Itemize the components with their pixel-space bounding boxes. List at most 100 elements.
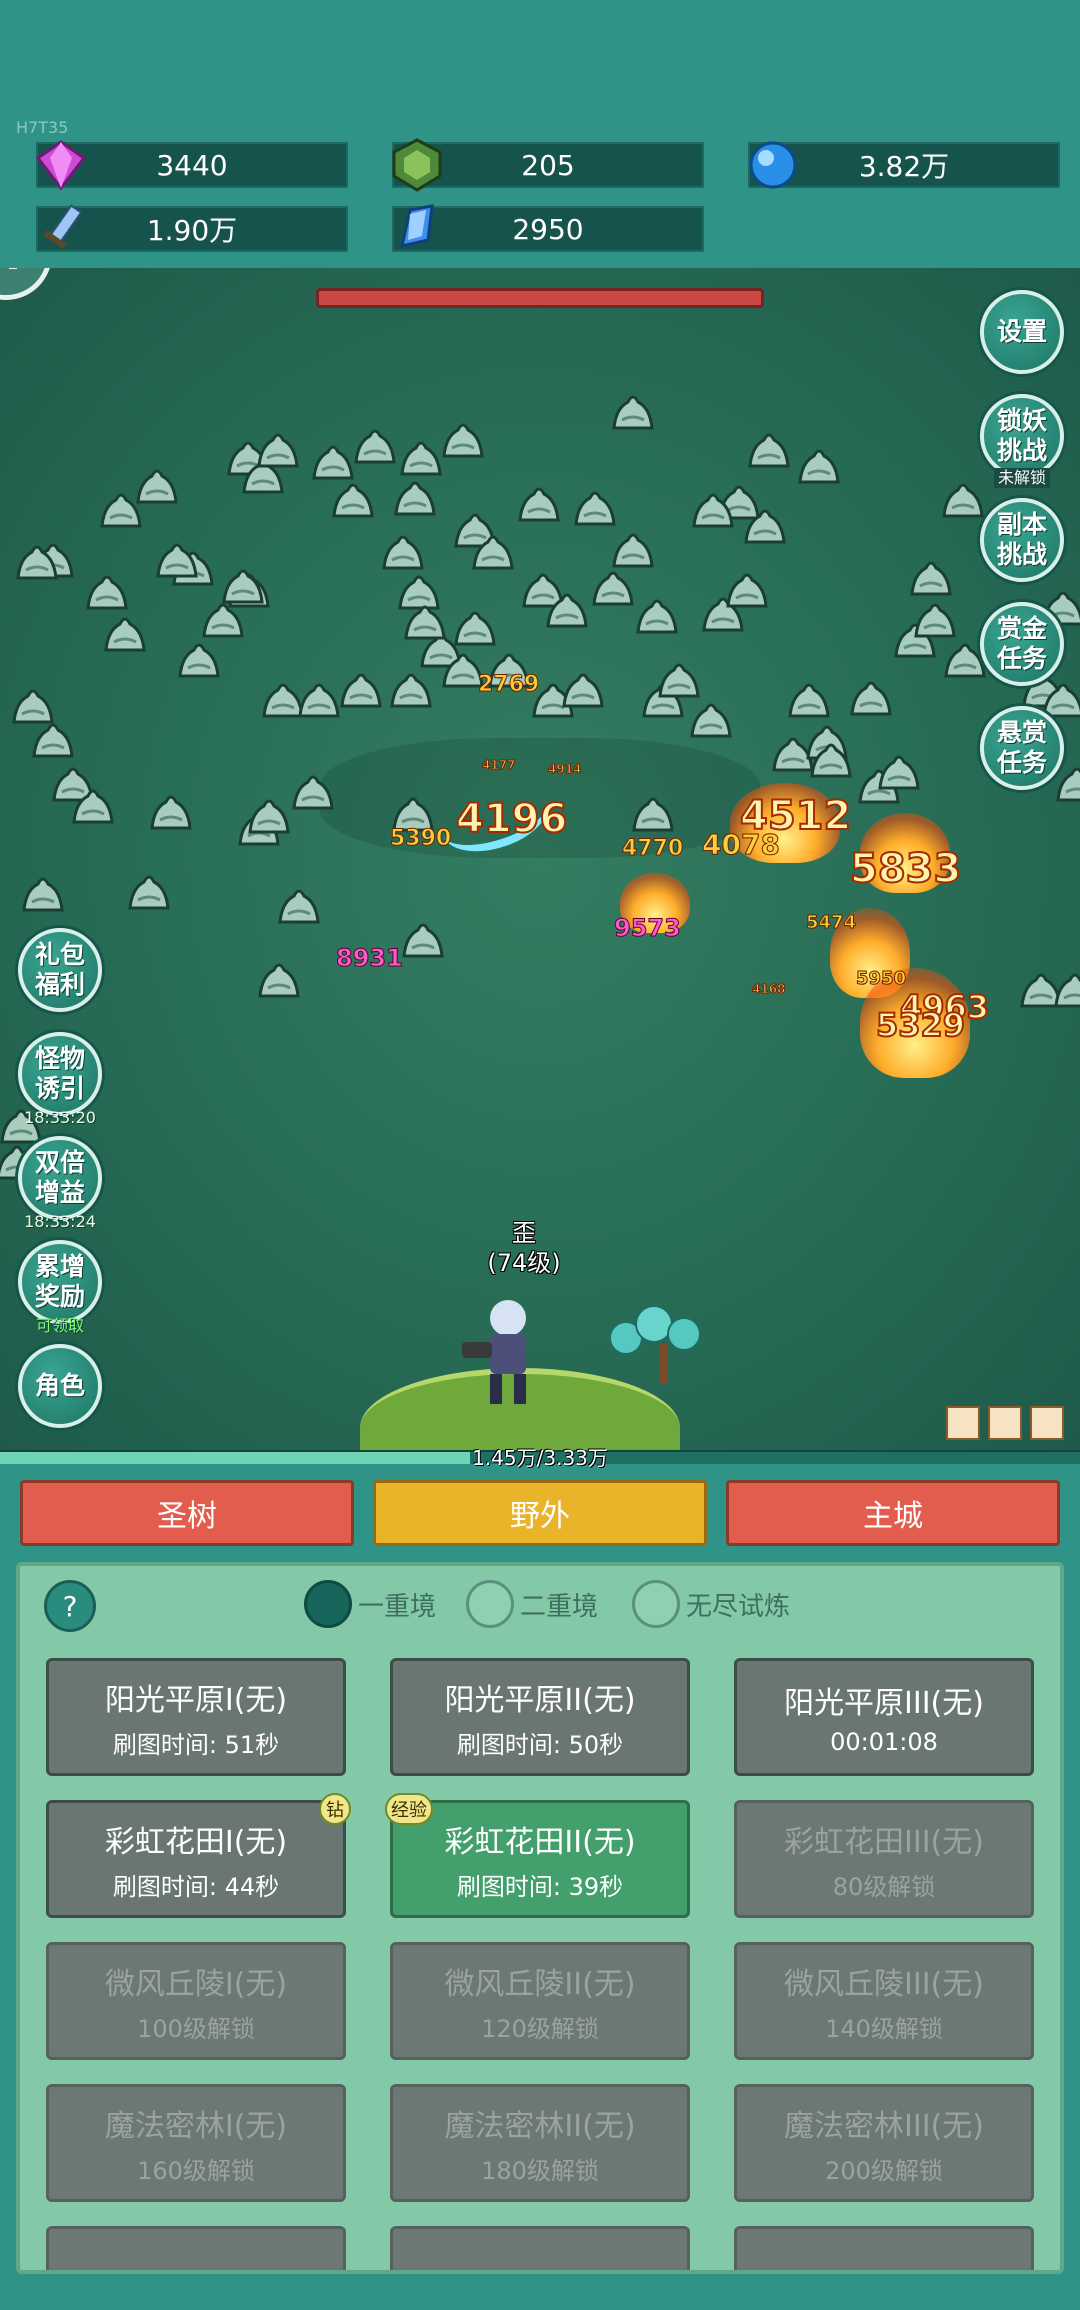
blue-crystal-icon [388,200,446,258]
pause-icon [9,268,17,269]
map-stage-card[interactable]: 彩虹花田III(无) 80级解锁 [734,1800,1034,1918]
slime-monster [688,698,734,738]
map-stage-card[interactable]: 魔法密林I(无) 160级解锁 [46,2084,346,2202]
map-stage-card[interactable]: 魔法密林III(无) 200级解锁 [734,2084,1034,2202]
double-label: 双倍 增益 [34,1148,85,1207]
bounty-label: 赏金 任务 [996,614,1047,673]
map-stage-card[interactable]: 阳光平原II(无) 刷图时间: 50秒 [390,1658,690,1776]
map-stage-card[interactable]: 微风丘陵I(无) 100级解锁 [46,1942,346,2060]
radio-empty-icon [632,1580,680,1628]
map-stage-card[interactable]: 彩虹花田I(无) 刷图时间: 44秒 钻 [46,1793,351,1918]
map-stage-title: 魔法密林II(无) [444,2108,636,2144]
reward-task-button[interactable]: 悬赏 任务 [980,706,1064,790]
claimable-tag: 可领取 [35,1316,85,1335]
slime-monster [154,538,200,578]
map-stage-card[interactable]: 阳光平原I(无) 刷图时间: 51秒 [46,1658,346,1776]
tier-label: 二重境 [520,1591,599,1622]
resource-green-gem: 205 [392,138,704,192]
slime-monster [330,478,376,518]
resource-value: 3.82万 [858,150,950,183]
map-stage-info: 80级解锁 [832,1872,936,1901]
help-button[interactable]: ? [44,1580,96,1632]
bounty-task-button[interactable]: 赏金 任务 [980,602,1064,686]
slime-monster [402,600,448,640]
map-stage-title: 微风丘陵III(无) [784,1966,984,2002]
pause-button[interactable] [0,268,52,300]
map-stage-title: 彩虹花田I(无) [104,1824,288,1860]
slime-monster [380,530,426,570]
map-stage-card[interactable]: 微风丘陵II(无) 120级解锁 [390,1942,690,2060]
slime-monster [14,540,60,580]
damage-number: 9573 [614,914,682,943]
settings-button[interactable]: 设置 [980,290,1064,374]
map-stage-info: 刷图时间: 39秒 [456,1872,624,1901]
map-stage-info: 180级解锁 [481,2156,599,2185]
slime-monster [440,418,486,458]
slime-monster [560,668,606,708]
battle-field: 2769 4196 4512 5833 4770 4078 5390 9573 … [0,268,1080,1450]
buff-icon[interactable] [1030,1406,1064,1440]
buff-icon[interactable] [988,1406,1022,1440]
damage-number: 5950 [855,968,907,990]
map-stage-card[interactable]: 魔法密林II(无) 180级解锁 [390,2084,690,2202]
map-stage-card[interactable]: 幽谷秘境II(无) [390,2226,690,2270]
slime-monster [572,486,618,526]
resource-value: 1.90万 [146,214,238,247]
slime-monster [630,792,676,832]
dungeon-challenge-button[interactable]: 副本 挑战 [980,498,1064,582]
map-stage-info: 刷图时间: 51秒 [112,1730,280,1759]
radio-empty-icon [466,1580,514,1628]
monster-lure-button[interactable]: 怪物 诱引 18:33:20 [18,1032,102,1127]
map-stage-info: 200级解锁 [825,2156,943,2185]
demon-lock-label: 锁妖 挑战 [996,406,1047,465]
map-stage-title: 幽谷秘境I(无) [105,2263,287,2270]
slime-monster [544,588,590,628]
damage-number: 4914 [547,762,582,777]
bubble-tree [606,1304,716,1384]
gift-welfare-button[interactable]: 礼包 福利 [18,928,102,1012]
slime-monster [516,482,562,522]
build-tag: H7T35 [16,118,69,137]
resource-blue-orb: 3.82万 [748,141,1060,189]
slime-monster [392,476,438,516]
slime-monster [246,794,292,834]
slime-monster [470,530,516,570]
map-stage-info: 120级解锁 [481,2014,599,2043]
tab-main-city[interactable]: 主城 [726,1480,1060,1546]
tab-wilderness[interactable]: 野外 [373,1480,707,1546]
cumulative-reward-button[interactable]: 累增 奖励 可领取 [18,1240,102,1335]
dungeon-label: 副本 挑战 [996,510,1047,569]
character-button[interactable]: 角色 [18,1344,102,1428]
slime-monster [746,428,792,468]
slime-monster [590,566,636,606]
map-stage-card[interactable]: 幽谷秘境I(无) [46,2226,346,2270]
sword-icon [32,200,90,258]
slime-monster [352,424,398,464]
tier-option-1[interactable]: 一重境 [304,1580,436,1628]
demon-lock-challenge-button[interactable]: 锁妖 挑战 未解锁 [980,394,1064,488]
experience-text: 1.45万/3.33万 [472,1446,608,1470]
tier-label: 一重境 [358,1591,437,1622]
slime-monster [102,612,148,652]
slime-monster [724,568,770,608]
double-buff-button[interactable]: 双倍 增益 18:33:24 [18,1136,102,1231]
slime-monster [656,658,702,698]
slime-monster [1040,678,1080,718]
tier-option-2[interactable]: 二重境 [466,1580,598,1628]
tab-sacred-tree[interactable]: 圣树 [20,1480,354,1546]
map-stage-card[interactable]: 幽谷秘境III(无) [734,2226,1034,2270]
damage-number: 5329 [875,1005,966,1045]
buff-icon[interactable] [946,1406,980,1440]
map-stage-card[interactable]: 彩虹花田II(无) 刷图时间: 39秒 经验 [385,1793,690,1918]
damage-number: 8931 [336,944,404,973]
slime-monster [940,478,986,518]
slime-monster [1052,968,1080,1008]
map-stage-card[interactable]: 阳光平原III(无) 00:01:08 [734,1658,1034,1776]
gift-label: 礼包 福利 [34,940,85,999]
slime-monster [848,676,894,716]
map-stage-info: 00:01:08 [830,1728,938,1756]
resource-value: 3440 [156,148,228,182]
map-stage-card[interactable]: 微风丘陵III(无) 140级解锁 [734,1942,1034,2060]
settings-label: 设置 [996,317,1047,346]
tier-option-endless[interactable]: 无尽试炼 [632,1580,790,1628]
